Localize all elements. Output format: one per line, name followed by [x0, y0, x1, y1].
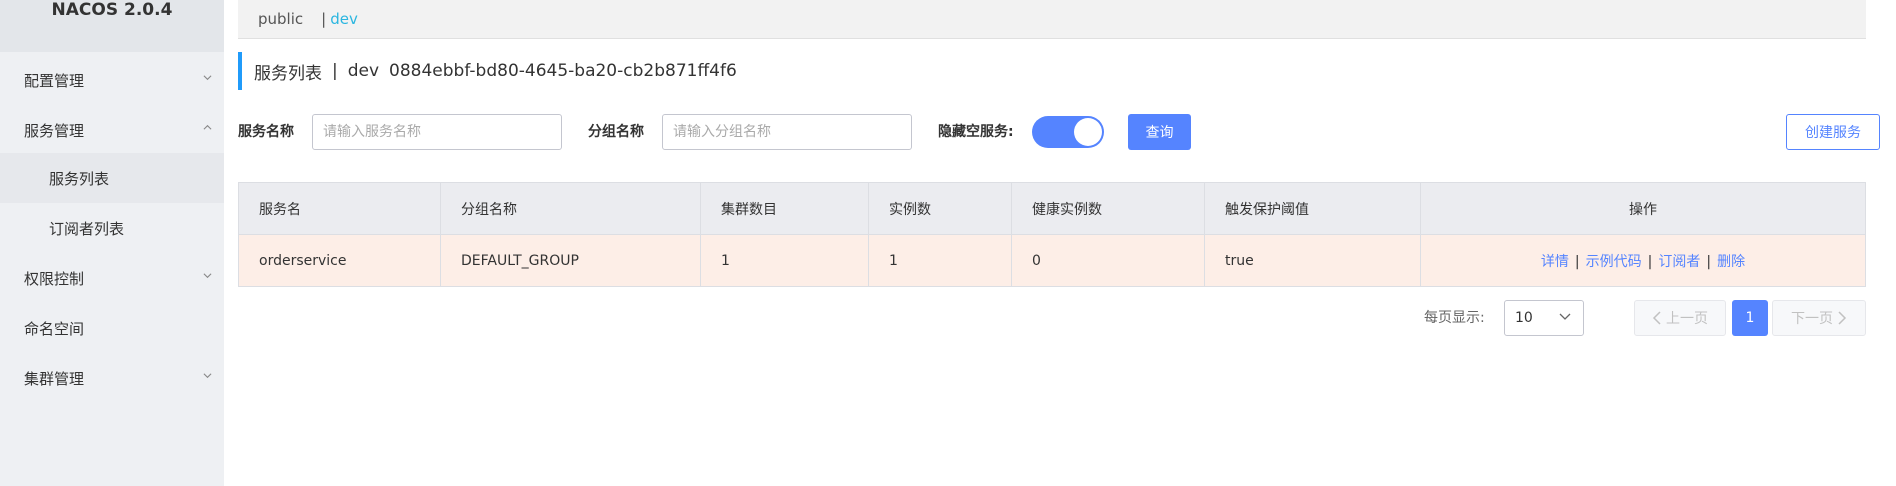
- cell-healthy: 0: [1011, 234, 1205, 287]
- create-service-button[interactable]: 创建服务: [1786, 114, 1880, 150]
- brand-logo: NACOS 2.0.4: [0, 0, 224, 52]
- chevron-right-icon: [1838, 311, 1847, 325]
- group-name-label: 分组名称: [588, 124, 644, 140]
- col-group-name: 分组名称: [440, 182, 701, 235]
- chevron-left-icon: [1652, 311, 1661, 325]
- group-name-input[interactable]: [662, 114, 912, 150]
- op-separator: |: [1574, 253, 1580, 270]
- next-page-button[interactable]: 下一页: [1772, 300, 1866, 336]
- cell-service: orderservice: [238, 234, 441, 287]
- sidebar-item-service[interactable]: 服务管理: [0, 105, 224, 155]
- cell-clusters: 1: [700, 234, 869, 287]
- cell-instances: 1: [868, 234, 1012, 287]
- page-title-text: 服务列表: [254, 63, 322, 84]
- table-header-row: 服务名 分组名称 集群数目 实例数 健康实例数 触发保护阈值 操作: [238, 182, 1866, 235]
- sidebar-item-label: 集群管理: [24, 369, 85, 388]
- chevron-down-icon: [1559, 313, 1571, 320]
- namespace-separator: |: [321, 10, 327, 28]
- prev-page-button[interactable]: 上一页: [1634, 300, 1726, 336]
- sidebar-item-label: 服务管理: [24, 121, 85, 140]
- sidebar-item-label: 订阅者列表: [49, 219, 125, 238]
- chevron-up-icon: [203, 124, 212, 130]
- sidebar: NACOS 2.0.4 配置管理 服务管理 服务列表 订阅者列表 权限控制 命名…: [0, 0, 224, 486]
- sidebar-item-service-list[interactable]: 服务列表: [0, 153, 224, 203]
- col-operations: 操作: [1420, 182, 1866, 235]
- cell-threshold: true: [1204, 234, 1421, 287]
- sidebar-item-subscribers[interactable]: 订阅者列表: [0, 203, 224, 253]
- delete-link[interactable]: 删除: [1717, 254, 1745, 270]
- col-cluster-count: 集群数目: [700, 182, 869, 235]
- hide-empty-label: 隐藏空服务:: [938, 124, 1014, 140]
- col-healthy-count: 健康实例数: [1011, 182, 1205, 235]
- main-content: public | dev 服务列表 | dev 0884ebbf-bd80-46…: [224, 0, 1896, 486]
- cell-group: DEFAULT_GROUP: [440, 234, 701, 287]
- sidebar-item-namespace[interactable]: 命名空间: [0, 303, 224, 353]
- subscribers-link[interactable]: 订阅者: [1658, 254, 1700, 270]
- chevron-down-icon: [203, 273, 212, 279]
- sidebar-item-config[interactable]: 配置管理: [0, 55, 224, 105]
- details-link[interactable]: 详情: [1541, 254, 1569, 270]
- nacos-console: NACOS 2.0.4 配置管理 服务管理 服务列表 订阅者列表 权限控制 命名…: [0, 0, 1896, 486]
- namespace-dev-link[interactable]: dev: [330, 10, 358, 28]
- toggle-knob: [1074, 118, 1102, 146]
- chevron-down-icon: [203, 75, 212, 81]
- prev-page-label: 上一页: [1666, 311, 1708, 327]
- per-page-value: 10: [1515, 310, 1533, 326]
- page-title-namespace-id: 0884ebbf-bd80-4645-ba20-cb2b871ff4f6: [389, 61, 737, 81]
- query-button[interactable]: 查询: [1128, 114, 1191, 150]
- col-protect-threshold: 触发保护阈值: [1204, 182, 1421, 235]
- page-title-namespace: dev: [347, 61, 380, 81]
- sample-code-link[interactable]: 示例代码: [1586, 254, 1642, 270]
- page-title: 服务列表 | dev 0884ebbf-bd80-4645-ba20-cb2b8…: [238, 52, 737, 90]
- page-number-current[interactable]: 1: [1732, 300, 1768, 336]
- per-page-select[interactable]: 10: [1504, 300, 1584, 336]
- page-title-separator: |: [332, 61, 338, 81]
- sidebar-item-label: 命名空间: [24, 319, 85, 338]
- op-separator: |: [1647, 253, 1653, 270]
- cell-operations: 详情 | 示例代码 | 订阅者 | 删除: [1420, 234, 1866, 287]
- filter-bar: 服务名称 分组名称 隐藏空服务: 查询 创建服务: [238, 114, 1880, 150]
- sidebar-item-cluster[interactable]: 集群管理: [0, 353, 224, 403]
- col-service-name: 服务名: [238, 182, 441, 235]
- hide-empty-toggle[interactable]: [1032, 116, 1104, 148]
- sidebar-item-access-control[interactable]: 权限控制: [0, 253, 224, 303]
- per-page-label: 每页显示:: [1424, 310, 1485, 326]
- service-name-label: 服务名称: [238, 124, 294, 140]
- op-separator: |: [1706, 253, 1712, 270]
- sidebar-item-label: 权限控制: [24, 269, 85, 288]
- chevron-down-icon: [203, 373, 212, 379]
- namespace-bar: public | dev: [238, 0, 1866, 39]
- next-page-label: 下一页: [1791, 311, 1833, 327]
- sidebar-item-label: 配置管理: [24, 71, 85, 90]
- service-table: 服务名 分组名称 集群数目 实例数 健康实例数 触发保护阈值 操作 orders…: [238, 182, 1866, 287]
- namespace-public-link[interactable]: public: [258, 10, 303, 28]
- col-instance-count: 实例数: [868, 182, 1012, 235]
- service-name-input[interactable]: [312, 114, 562, 150]
- sidebar-item-label: 服务列表: [49, 169, 110, 188]
- table-row: orderservice DEFAULT_GROUP 1 1 0 true 详情…: [238, 234, 1866, 287]
